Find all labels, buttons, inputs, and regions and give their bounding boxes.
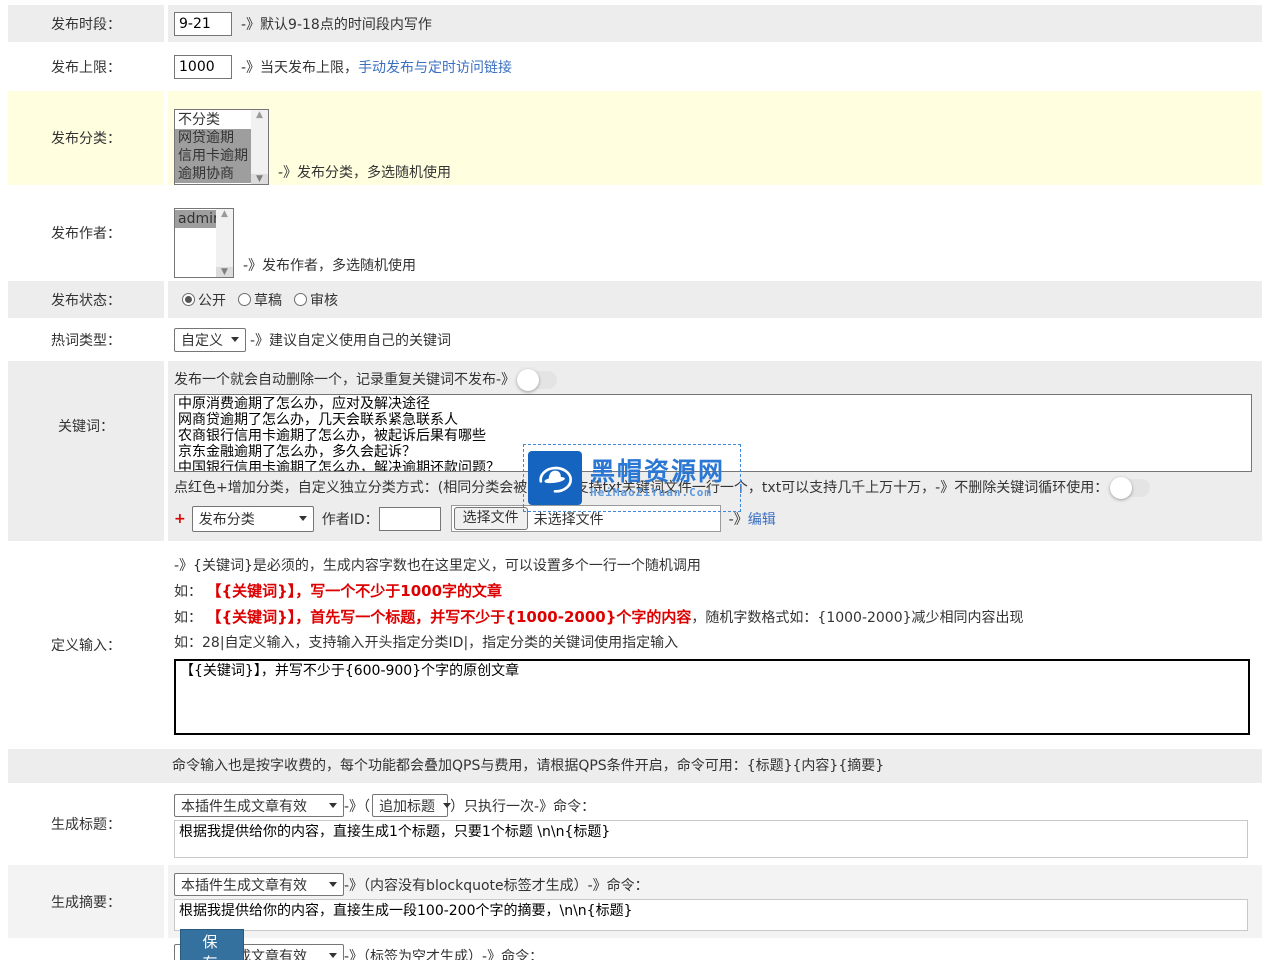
publish-author-desc: -》发布作者，多选随机使用 bbox=[243, 255, 416, 278]
chevron-down-icon bbox=[329, 953, 337, 958]
gen-title-rest-text: ）只执行一次-》命令： bbox=[450, 796, 595, 816]
define-note-4: 如：28|自定义输入，支持输入开头指定分类ID|，指定分类的关键词使用指定输入 bbox=[174, 635, 678, 651]
radio-selected-icon bbox=[182, 293, 195, 306]
add-category-button[interactable]: + bbox=[174, 511, 186, 527]
row-gen-summary: 生成摘要： 本插件生成文章有效 -》（内容没有blockquote标签才生成）-… bbox=[8, 865, 1262, 938]
row-hotword-type: 热词类型： 自定义 -》建议自定义使用自己的关键词 bbox=[8, 321, 1262, 358]
scroll-down-icon[interactable]: ▼ bbox=[251, 174, 268, 184]
watermark: 黑帽资源网 HeiMaoZiYuan.Com bbox=[523, 444, 741, 512]
gen-title-mid-text: -》（ bbox=[344, 796, 370, 816]
auto-delete-toggle[interactable] bbox=[519, 371, 557, 389]
hotword-type-label: 热词类型： bbox=[8, 321, 164, 358]
example-prefix: 如： bbox=[174, 610, 202, 626]
example-prefix: 如： bbox=[174, 584, 202, 600]
command-fee-note: 命令输入也是按字收费的，每个功能都会叠加QPS与费用，请根据QPS条件开启，命令… bbox=[8, 749, 1262, 783]
plugin-settings-page: 发布时段： -》默认9-18点的时间段内写作 发布上限： -》当天发布上限， 手… bbox=[0, 0, 1266, 960]
toggle-knob bbox=[517, 369, 539, 391]
publish-limit-label: 发布上限： bbox=[8, 45, 164, 88]
author-id-input[interactable] bbox=[379, 507, 441, 531]
publish-status-label: 发布状态： bbox=[8, 281, 164, 318]
row-publish-time: 发布时段： -》默认9-18点的时间段内写作 bbox=[8, 5, 1262, 42]
define-example-rest: ，随机字数格式如：{1000-2000}减少相同内容出现 bbox=[691, 610, 1023, 626]
publish-author-label: 发布作者： bbox=[8, 188, 164, 278]
hotword-type-value: 自定义 bbox=[181, 330, 223, 350]
category-option[interactable]: 逾期协商 bbox=[175, 165, 251, 183]
blackhat-logo-icon bbox=[528, 451, 582, 505]
gen-title-mode-select[interactable]: 本插件生成文章有效 bbox=[174, 794, 344, 817]
author-multiselect[interactable]: admin ▲ ▼ bbox=[174, 208, 234, 278]
choose-file-button[interactable]: 选择文件 bbox=[454, 507, 528, 530]
gen-title-label: 生成标题： bbox=[8, 786, 164, 862]
gen-summary-mode-value: 本插件生成文章有效 bbox=[181, 875, 307, 895]
hotword-type-desc: -》建议自定义使用自己的关键词 bbox=[250, 330, 451, 350]
scroll-up-icon[interactable]: ▲ bbox=[216, 209, 233, 219]
chevron-down-icon bbox=[329, 803, 337, 808]
category-option[interactable]: 不分类 bbox=[175, 111, 251, 129]
define-note-1: -》{关键词}是必须的，生成内容字数也在这里定义，可以设置多个一行一个随机调用 bbox=[174, 558, 701, 574]
save-button[interactable]: 保 存 bbox=[180, 929, 244, 960]
keywords-label: 关键词： bbox=[8, 361, 164, 541]
category-option[interactable]: 信用卡逾期 bbox=[175, 147, 251, 165]
toggle-knob bbox=[1110, 477, 1132, 499]
radio-unselected-icon bbox=[238, 293, 251, 306]
define-example-red: 【{关键词}】，首先写一个标题，并写不少于{1000-2000}个字的内容 bbox=[206, 608, 691, 626]
radio-draft[interactable]: 草稿 bbox=[238, 290, 282, 310]
manual-publish-link[interactable]: 手动发布与定时访问链接 bbox=[358, 57, 512, 77]
category-assign-select[interactable]: 发布分类 bbox=[192, 506, 314, 532]
publish-category-desc: -》发布分类，多选随机使用 bbox=[278, 162, 451, 185]
radio-draft-label: 草稿 bbox=[254, 290, 282, 310]
row-publish-author: 发布作者： admin ▲ ▼ -》发布作者，多选随机使用 bbox=[8, 188, 1262, 278]
chevron-down-icon bbox=[299, 516, 307, 521]
gen-summary-mode-select[interactable]: 本插件生成文章有效 bbox=[174, 873, 344, 896]
publish-limit-desc: -》当天发布上限， bbox=[241, 57, 358, 77]
radio-review-label: 审核 bbox=[310, 290, 338, 310]
multiselect-scrollbar[interactable]: ▲ ▼ bbox=[216, 209, 233, 277]
row-publish-limit: 发布上限： -》当天发布上限， 手动发布与定时访问链接 bbox=[8, 45, 1262, 88]
auto-delete-note: 发布一个就会自动删除一个，记录重复关键词不发布-》 bbox=[174, 372, 515, 388]
radio-unselected-icon bbox=[294, 293, 307, 306]
author-option[interactable]: admin bbox=[175, 210, 216, 228]
gen-tag-label bbox=[8, 941, 164, 960]
append-title-select[interactable]: 追加标题 bbox=[372, 794, 448, 817]
append-title-value: 追加标题 bbox=[379, 796, 435, 816]
radio-public-label: 公开 bbox=[198, 290, 226, 310]
gen-summary-command-textarea[interactable]: 根据我提供给你的内容，直接生成一段100-200个字的摘要，\n\n{标题} bbox=[174, 899, 1248, 931]
chevron-down-icon bbox=[231, 337, 239, 342]
row-publish-status: 发布状态： 公开 草稿 审核 bbox=[8, 281, 1262, 318]
radio-review[interactable]: 审核 bbox=[294, 290, 338, 310]
row-define-input: 定义输入： -》{关键词}是必须的，生成内容字数也在这里定义，可以设置多个一行一… bbox=[8, 544, 1262, 746]
hotword-type-select[interactable]: 自定义 bbox=[174, 328, 246, 352]
author-id-label: 作者ID： bbox=[322, 509, 379, 529]
define-example-red: 【{关键词}】，写一个不少于1000字的文章 bbox=[206, 582, 502, 600]
category-option[interactable]: 网贷逾期 bbox=[175, 129, 251, 147]
scroll-up-icon[interactable]: ▲ bbox=[251, 110, 268, 120]
define-input-label: 定义输入： bbox=[8, 544, 164, 746]
gen-summary-label: 生成摘要： bbox=[8, 865, 164, 938]
gen-summary-rest-text: -》（内容没有blockquote标签才生成）-》命令： bbox=[344, 875, 649, 895]
chevron-down-icon bbox=[329, 882, 337, 887]
watermark-domain: HeiMaoZiYuan.Com bbox=[590, 487, 725, 498]
keep-keywords-toggle[interactable] bbox=[1112, 479, 1150, 497]
publish-limit-input[interactable] bbox=[174, 55, 232, 79]
watermark-title: 黑帽资源网 bbox=[590, 459, 725, 484]
row-gen-title: 生成标题： 本插件生成文章有效 -》（ 追加标题 ）只执行一次-》命令： 根据我… bbox=[8, 786, 1262, 862]
scroll-down-icon[interactable]: ▼ bbox=[216, 267, 233, 277]
publish-category-label: 发布分类： bbox=[8, 91, 164, 185]
gen-title-command-textarea[interactable]: 根据我提供给你的内容，直接生成1个标题，只要1个标题 \n\n{标题} bbox=[174, 820, 1248, 858]
radio-public[interactable]: 公开 bbox=[182, 290, 226, 310]
publish-time-desc: -》默认9-18点的时间段内写作 bbox=[241, 14, 432, 34]
category-assign-value: 发布分类 bbox=[199, 509, 255, 529]
define-input-textarea[interactable]: 【{关键词}】，并写不少于{600-900}个字的原创文章 bbox=[174, 659, 1250, 735]
publish-time-label: 发布时段： bbox=[8, 5, 164, 42]
category-multiselect[interactable]: 不分类 网贷逾期 信用卡逾期 逾期协商 ▲ ▼ bbox=[174, 109, 269, 185]
publish-time-input[interactable] bbox=[174, 12, 232, 36]
row-publish-category: 发布分类： 不分类 网贷逾期 信用卡逾期 逾期协商 ▲ ▼ -》发布分类，多选随… bbox=[8, 91, 1262, 185]
gen-title-mode-value: 本插件生成文章有效 bbox=[181, 796, 307, 816]
edit-link[interactable]: 编辑 bbox=[748, 509, 776, 529]
gen-tag-rest-text: -》（标签为空才生成）-》命令： bbox=[344, 946, 543, 960]
multiselect-scrollbar[interactable]: ▲ ▼ bbox=[251, 110, 268, 184]
